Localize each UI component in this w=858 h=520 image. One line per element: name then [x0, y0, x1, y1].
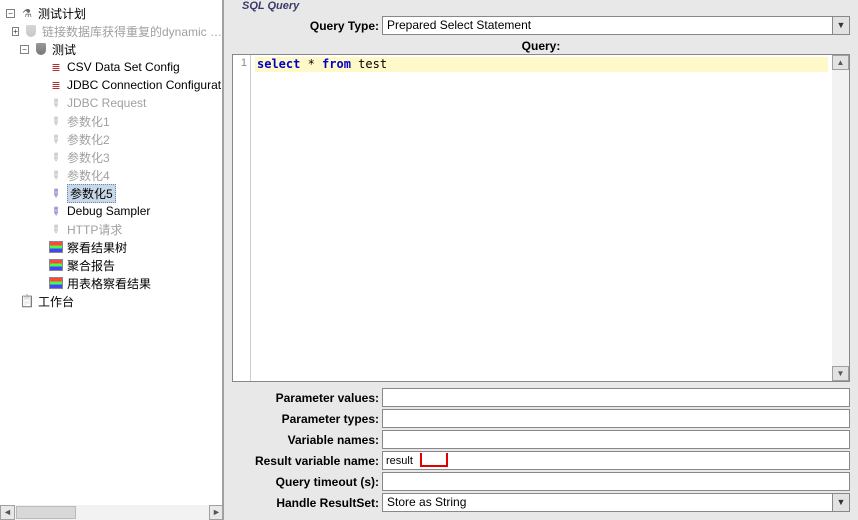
tree-node[interactable]: 参数化5 [6, 184, 222, 202]
handle-resultset-combo[interactable]: Store as String ▼ [382, 493, 850, 512]
label: Parameter values: [232, 391, 382, 405]
handle-resultset-row: Handle ResultSet: Store as String ▼ [232, 493, 850, 512]
thread-icon [33, 41, 49, 57]
tree-label: JDBC Request [67, 96, 146, 110]
section-title: SQL Query [230, 0, 852, 14]
sql-editor[interactable]: 1 select * from test ▲ ▼ [232, 54, 850, 382]
tree-node[interactable]: 察看结果树 [6, 238, 222, 256]
tree-label: 工作台 [38, 293, 74, 310]
tree-label: 参数化5 [67, 184, 116, 203]
properties-panel: SQL Query Query Type: Prepared Select St… [224, 0, 858, 520]
param-values-row: Parameter values: [232, 388, 850, 407]
tree-label: 用表格察看结果 [67, 275, 151, 292]
tree-node[interactable]: CSV Data Set Config [6, 58, 222, 76]
result-icon [48, 239, 64, 255]
result-variable-row: Result variable name: [232, 451, 850, 470]
line-number: 1 [233, 57, 247, 69]
result-icon [48, 257, 64, 273]
tree-node-workbench[interactable]: 工作台 [6, 292, 222, 310]
horizontal-scrollbar[interactable]: ◄ ► [0, 505, 224, 520]
tree-node[interactable]: 用表格察看结果 [6, 274, 222, 292]
tree-panel: − 测试计划 + 链接数据库获得重复的dynamic … − 测试 CSV Da… [0, 0, 224, 520]
line-gutter: 1 [233, 55, 251, 381]
sql-keyword: select [257, 57, 300, 71]
tree-label: 参数化3 [67, 149, 110, 166]
tree-node[interactable]: 参数化1 [6, 112, 222, 130]
param-values-input[interactable] [382, 388, 850, 407]
tree-label: JDBC Connection Configurat [67, 78, 221, 92]
tree-node[interactable]: Debug Sampler [6, 202, 222, 220]
expand-icon[interactable]: + [12, 27, 19, 36]
vertical-scrollbar[interactable]: ▲ ▼ [832, 55, 849, 381]
scroll-up-button[interactable]: ▲ [832, 55, 849, 70]
tree-node-thread[interactable]: − 测试 [6, 40, 222, 58]
tree-node[interactable]: 聚合报告 [6, 256, 222, 274]
combo-value: Prepared Select Statement [383, 17, 832, 34]
scroll-right-button[interactable]: ► [209, 505, 224, 520]
tree-label: HTTP请求 [67, 221, 122, 238]
flask-icon [19, 5, 35, 21]
tree-node-disabled[interactable]: + 链接数据库获得重复的dynamic … [6, 22, 222, 40]
param-types-input[interactable] [382, 409, 850, 428]
tree-node[interactable]: 参数化3 [6, 148, 222, 166]
pencil-icon [45, 218, 68, 241]
label: Result variable name: [232, 454, 382, 468]
tree-node[interactable]: JDBC Request [6, 94, 222, 112]
collapse-icon[interactable]: − [6, 9, 15, 18]
tree-node[interactable]: 参数化4 [6, 166, 222, 184]
variable-names-row: Variable names: [232, 430, 850, 449]
query-timeout-row: Query timeout (s): [232, 472, 850, 491]
variable-names-input[interactable] [382, 430, 850, 449]
scroll-track[interactable] [15, 505, 209, 520]
tree-label: 参数化4 [67, 167, 110, 184]
chevron-down-icon[interactable]: ▼ [832, 17, 849, 34]
sql-op: * [300, 57, 322, 71]
collapse-icon[interactable]: − [20, 45, 29, 54]
tree-label: 参数化1 [67, 113, 110, 130]
code-line: select * from test [255, 57, 828, 72]
tree-label: 聚合报告 [67, 257, 115, 274]
thread-icon [23, 23, 39, 39]
sql-text: test [351, 57, 387, 71]
code-area[interactable]: select * from test [251, 55, 832, 381]
tree-label: 参数化2 [67, 131, 110, 148]
result-variable-input[interactable] [382, 451, 850, 470]
tree-label: 测试计划 [38, 5, 86, 22]
query-type-row: Query Type: Prepared Select Statement ▼ [232, 16, 850, 35]
tree-label: 链接数据库获得重复的dynamic … [42, 23, 222, 40]
tree-node[interactable]: HTTP请求 [6, 220, 222, 238]
scroll-down-button[interactable]: ▼ [832, 366, 849, 381]
query-timeout-input[interactable] [382, 472, 850, 491]
tree-node[interactable]: 参数化2 [6, 130, 222, 148]
config-icon [48, 77, 64, 93]
tree-label: 察看结果树 [67, 239, 127, 256]
tree-label: 测试 [52, 41, 76, 58]
tree: − 测试计划 + 链接数据库获得重复的dynamic … − 测试 CSV Da… [0, 0, 222, 310]
tree-node-root[interactable]: − 测试计划 [6, 4, 222, 22]
tree-node[interactable]: JDBC Connection Configurat [6, 76, 222, 94]
label: Parameter types: [232, 412, 382, 426]
clipboard-icon [19, 293, 35, 309]
query-header: Query: [230, 37, 852, 54]
result-icon [48, 275, 64, 291]
combo-value: Store as String [383, 494, 832, 511]
query-type-combo[interactable]: Prepared Select Statement ▼ [382, 16, 850, 35]
query-type-label: Query Type: [232, 19, 382, 33]
chevron-down-icon[interactable]: ▼ [832, 494, 849, 511]
param-types-row: Parameter types: [232, 409, 850, 428]
label: Handle ResultSet: [232, 496, 382, 510]
tree-label: CSV Data Set Config [67, 60, 180, 74]
config-icon [48, 59, 64, 75]
scroll-left-button[interactable]: ◄ [0, 505, 15, 520]
scroll-track[interactable] [832, 70, 849, 366]
label: Query timeout (s): [232, 475, 382, 489]
scroll-thumb[interactable] [16, 506, 76, 519]
tree-label: Debug Sampler [67, 204, 150, 218]
label: Variable names: [232, 433, 382, 447]
sql-keyword: from [322, 57, 351, 71]
